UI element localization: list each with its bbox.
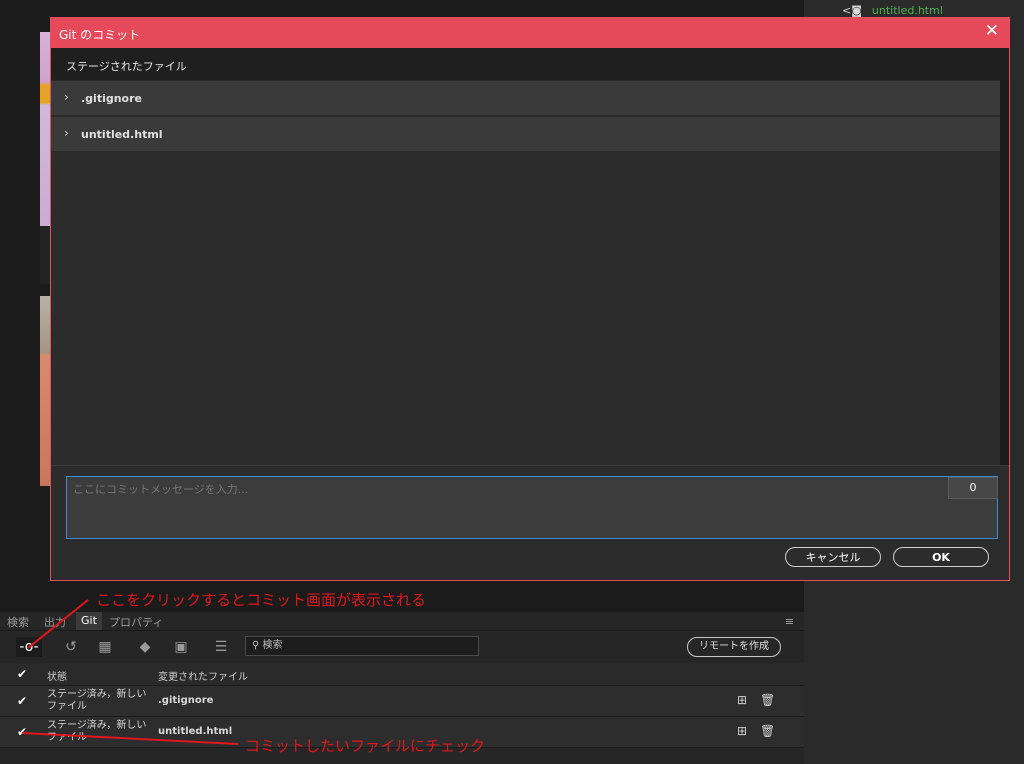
panel-menu-icon[interactable]: ≡: [785, 615, 794, 628]
file-name: .gitignore: [158, 695, 214, 706]
header-file: 変更されたファイル: [158, 672, 248, 683]
commit-message-input[interactable]: [66, 476, 998, 539]
search-placeholder: 検索: [262, 640, 283, 651]
close-icon[interactable]: ✕: [985, 23, 999, 40]
select-all-checkbox[interactable]: ✔: [17, 668, 27, 680]
dialog-titlebar: Git のコミット ✕: [51, 18, 1009, 48]
tab-search[interactable]: 検索: [7, 614, 29, 630]
commit-icon[interactable]: -o-: [16, 637, 42, 657]
code-file-icon: <◙: [842, 4, 862, 17]
history-icon[interactable]: ↺: [58, 637, 84, 657]
staged-files-title: ステージされたファイル: [66, 60, 187, 73]
cancel-button[interactable]: キャンセル: [785, 547, 881, 567]
trash-icon[interactable]: 🗑: [760, 724, 775, 738]
trash-icon[interactable]: 🗑: [760, 693, 775, 707]
divider: [51, 465, 1009, 466]
ok-button[interactable]: OK: [893, 547, 989, 567]
tab-properties[interactable]: プロパティ: [109, 614, 163, 630]
staged-file-name: .gitignore: [81, 92, 142, 105]
table-row[interactable]: ✔ ステージ済み，新しい ファイル .gitignore ⊞ 🗑: [0, 686, 804, 717]
tab-git[interactable]: Git: [81, 614, 97, 627]
unstage-icon[interactable]: ⊞: [735, 693, 749, 707]
char-counter: 0: [948, 477, 998, 499]
file-name: untitled.html: [871, 4, 943, 17]
file-status: ステージ済み，新しい ファイル: [47, 689, 147, 712]
tag-icon[interactable]: ◆: [132, 637, 158, 657]
create-remote-button[interactable]: リモートを作成: [687, 637, 781, 657]
scrollbar[interactable]: [1000, 80, 1009, 465]
file-checkbox[interactable]: ✔: [17, 726, 27, 738]
header-status: 状態: [47, 672, 67, 683]
dialog-title: Git のコミット: [59, 28, 141, 42]
staged-file-row[interactable]: › .gitignore: [51, 81, 1000, 116]
git-search-input[interactable]: ⚲ 検索: [245, 636, 479, 656]
staged-files-header: ステージされたファイル: [51, 48, 1009, 80]
stash-icon[interactable]: ▦: [92, 637, 118, 657]
staged-file-name: untitled.html: [81, 128, 163, 141]
annotation-check-hint: コミットしたいファイルにチェック: [245, 737, 486, 755]
staged-file-row[interactable]: › untitled.html: [51, 117, 1000, 152]
file-item[interactable]: <◙ untitled.html: [842, 4, 943, 17]
file-status: ステージ済み，新しい ファイル: [47, 720, 147, 743]
table-header: ✔ 状態 変更されたファイル: [0, 663, 804, 686]
chevron-right-icon[interactable]: ›: [64, 90, 69, 104]
file-name: untitled.html: [158, 726, 233, 737]
file-checkbox[interactable]: ✔: [17, 695, 27, 707]
tab-output[interactable]: 出力: [44, 614, 66, 630]
terminal-icon[interactable]: ▣: [168, 637, 194, 657]
list-icon[interactable]: ☰: [208, 637, 234, 657]
git-commit-dialog: Git のコミット ✕ ステージされたファイル › .gitignore › u…: [50, 17, 1010, 581]
annotation-commit-hint: ここをクリックするとコミット画面が表示される: [96, 591, 427, 609]
git-toolbar: -o- ↺ ▦ ◆ ▣ ☰ ⚲ 検索 リモートを作成: [0, 631, 804, 663]
panel-tabbar: 検索 出力 Git プロパティ ≡: [0, 612, 804, 631]
chevron-right-icon[interactable]: ›: [64, 126, 69, 140]
search-icon: ⚲: [252, 640, 260, 651]
unstage-icon[interactable]: ⊞: [735, 724, 749, 738]
